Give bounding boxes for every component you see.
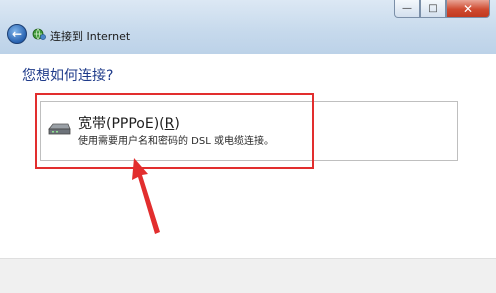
option-title-access-key: R xyxy=(164,116,175,132)
window-controls: — □ ✕ xyxy=(394,0,490,20)
footer-bar xyxy=(0,259,496,293)
close-button[interactable]: ✕ xyxy=(446,0,490,18)
window-title: 连接到 Internet xyxy=(50,30,131,43)
option-description: 使用需要用户名和密码的 DSL 或电缆连接。 xyxy=(78,136,274,147)
back-arrow-icon: ← xyxy=(11,27,23,41)
network-globe-icon xyxy=(32,28,46,40)
option-title-end: ) xyxy=(174,116,180,132)
modem-icon xyxy=(48,123,71,135)
annotation-arrow-icon xyxy=(132,158,160,234)
maximize-button[interactable]: □ xyxy=(420,0,446,18)
option-title-main: 宽带(PPPoE)( xyxy=(78,116,165,132)
page-heading: 您想如何连接? xyxy=(22,68,114,84)
minimize-button[interactable]: — xyxy=(394,0,420,18)
back-button[interactable]: ← xyxy=(7,24,27,44)
option-title[interactable]: 宽带(PPPoE)(R) xyxy=(78,113,180,133)
